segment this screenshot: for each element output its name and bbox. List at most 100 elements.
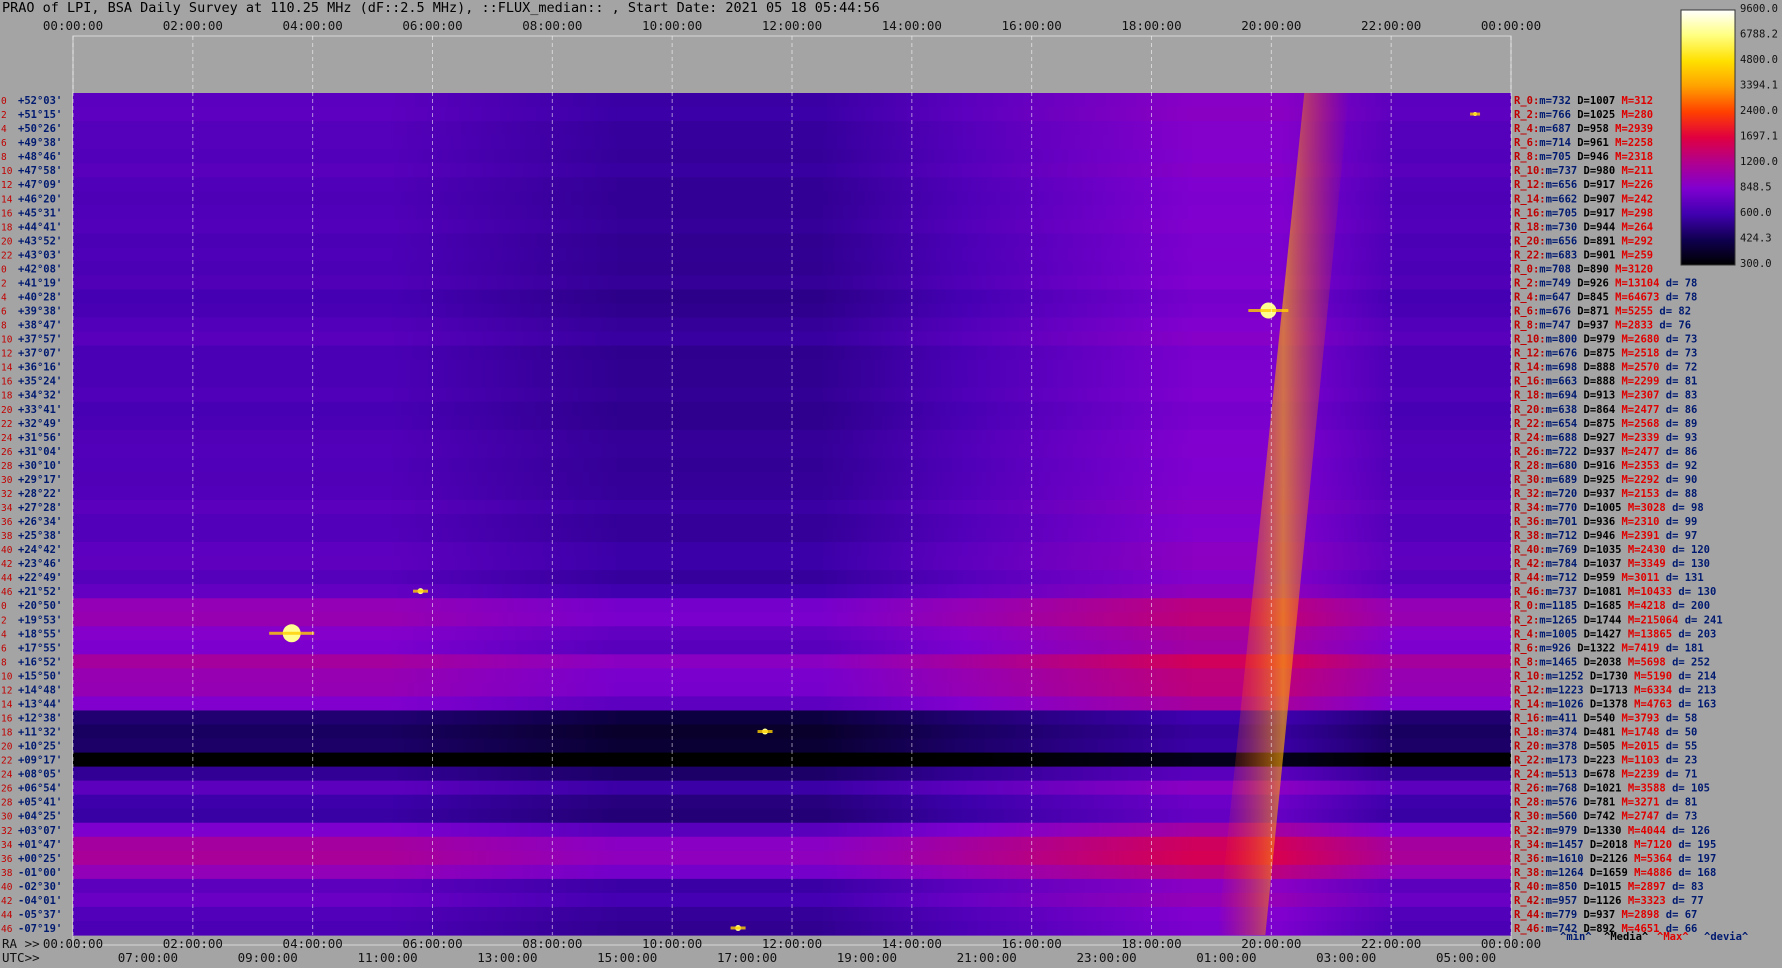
row-index-label: 44	[1, 573, 13, 584]
row-index-label: 28	[1, 461, 13, 472]
row-index-label: 34	[1, 840, 13, 851]
declination-label: -04°01'	[18, 895, 62, 907]
declination-label: +24°42'	[18, 544, 62, 556]
colorbar-label: 424.3	[1740, 233, 1772, 245]
row-stat: R_12:m=676 D=875 M=2518 d= 73	[1514, 348, 1697, 360]
declination-label: +47°58'	[18, 165, 62, 177]
row-index-label: 12	[1, 180, 12, 191]
declination-label: +47°09'	[18, 179, 62, 191]
row-index-label: 42	[1, 896, 12, 907]
colorbar: 9600.0 6788.2 4800.0 3394.1 2400.0 1697.1 1200…	[1680, 3, 1778, 270]
row-index-label: 2	[1, 278, 7, 289]
row-index-label: 14	[1, 194, 13, 205]
top-tick-label: 08:00:00	[522, 18, 582, 33]
radio-source-flare	[730, 926, 746, 930]
row-index-label: 38	[1, 868, 13, 879]
declination-label: +31°04'	[18, 446, 62, 458]
ra-tick-label: 12:00:00	[762, 936, 822, 951]
row-stat: R_20:m=378 D=505 M=2015 d= 55	[1514, 741, 1697, 753]
row-stat: R_16:m=663 D=888 M=2299 d= 81	[1514, 376, 1697, 388]
declination-label: +06°54'	[18, 783, 62, 795]
row-stat: R_6:m=926 D=1322 M=7419 d= 181	[1514, 642, 1704, 654]
stats-legend-item: ^Max^	[1657, 931, 1689, 943]
row-index-label: 18	[1, 222, 13, 233]
row-index-label: 8	[1, 321, 7, 332]
row-index-label: 18	[1, 728, 13, 739]
row-index-label: 32	[1, 489, 12, 500]
declination-label: +00°25'	[18, 853, 62, 865]
row-index-label: 20	[1, 405, 13, 416]
top-tick-label: 02:00:00	[163, 18, 223, 33]
utc-tick-label: 07:00:00	[118, 950, 178, 965]
declination-label: +08°05'	[18, 769, 62, 781]
declination-label: +45°31'	[18, 207, 62, 219]
row-index-label: 30	[1, 812, 13, 823]
declination-label: +31°56'	[18, 432, 62, 444]
row-index-label: 12	[1, 349, 12, 360]
row-stat: R_14:m=698 D=888 M=2570 d= 72	[1514, 362, 1697, 374]
row-stat: R_32:m=979 D=1330 M=4044 d= 126	[1514, 825, 1710, 837]
radio-source-flare	[1248, 309, 1289, 313]
heatmap-chart: 00:00:00 02:00:00 04:00:00 06:00:00 08:00:00…	[1, 3, 1778, 965]
row-stat: R_2:m=749 D=926 M=13104 d= 78	[1514, 277, 1697, 289]
row-stat: R_36:m=1610 D=2126 M=5364 d= 197	[1514, 853, 1716, 865]
row-stat: R_34:m=1457 D=2018 M=7120 d= 195	[1514, 839, 1716, 851]
utc-tick-label: 17:00:00	[717, 950, 777, 965]
row-index-label: 26	[1, 784, 13, 795]
utc-tick-label: 15:00:00	[597, 950, 657, 965]
row-stat: R_14:m=662 D=907 M=242	[1514, 193, 1653, 205]
declination-label: +43°03'	[18, 249, 62, 261]
row-stat: R_8:m=747 D=937 M=2833 d= 76	[1514, 320, 1691, 332]
top-tick-label: 16:00:00	[1002, 18, 1062, 33]
declination-label: +23°46'	[18, 558, 62, 570]
utc-tick-label: 03:00:00	[1316, 950, 1376, 965]
ra-tick-label: 14:00:00	[882, 936, 942, 951]
row-index-label: 36	[1, 517, 13, 528]
row-index-label: 46	[1, 587, 13, 598]
declination-label: +17°55'	[18, 642, 62, 654]
declination-label: +14°48'	[18, 684, 62, 696]
radio-source-flare	[1470, 112, 1481, 116]
ra-tick-label: 20:00:00	[1241, 936, 1301, 951]
row-stat: R_44:m=712 D=959 M=3011 d= 131	[1514, 572, 1704, 584]
row-index-label: 2	[1, 110, 7, 121]
row-stat: R_24:m=688 D=927 M=2339 d= 93	[1514, 432, 1697, 444]
row-stat: R_26:m=768 D=1021 M=3588 d= 105	[1514, 783, 1710, 795]
declination-label: -01°00'	[18, 867, 62, 879]
utc-tick-label: 11:00:00	[357, 950, 417, 965]
row-stat: R_4:m=647 D=845 M=64673 d= 78	[1514, 291, 1697, 303]
row-stat: R_22:m=654 D=875 M=2568 d= 89	[1514, 418, 1697, 430]
row-index-label: 46	[1, 924, 13, 935]
declination-label: +11°32'	[18, 727, 62, 739]
row-stat: R_12:m=1223 D=1713 M=6334 d= 213	[1514, 684, 1716, 696]
row-stat: R_46:m=737 D=1081 M=10433 d= 130	[1514, 586, 1716, 598]
row-index-label: 22	[1, 419, 12, 430]
row-index-label: 4	[1, 124, 7, 135]
row-index-label: 8	[1, 152, 7, 163]
row-stat: R_32:m=720 D=937 M=2153 d= 88	[1514, 488, 1697, 500]
declination-label: +51°15'	[18, 109, 62, 121]
row-index-label: 10	[1, 671, 13, 682]
declination-label: +27°28'	[18, 502, 62, 514]
top-tick-label: 20:00:00	[1241, 18, 1301, 33]
ra-tick-label: 18:00:00	[1121, 936, 1181, 951]
row-index-label: 44	[1, 910, 13, 921]
declination-label: +10°25'	[18, 741, 62, 753]
declination-label: +20°50'	[18, 600, 62, 612]
declination-label: +18°55'	[18, 628, 62, 640]
declination-label: +12°38'	[18, 712, 62, 724]
row-index-label: 26	[1, 447, 13, 458]
declination-label: +01°47'	[18, 839, 62, 851]
declination-label: +38°47'	[18, 320, 62, 332]
row-index-label: 40	[1, 545, 13, 556]
row-index-label: 4	[1, 292, 7, 303]
row-stat: R_10:m=800 D=979 M=2680 d= 73	[1514, 334, 1697, 346]
ra-tick-label: 00:00:00	[43, 936, 103, 951]
row-stat: R_12:m=656 D=917 M=226	[1514, 179, 1653, 191]
ra-tick-label: 00:00:00	[1481, 936, 1541, 951]
ra-tick-label: 08:00:00	[522, 936, 582, 951]
colorbar-label: 6788.2	[1740, 29, 1778, 41]
row-index-label: 14	[1, 699, 13, 710]
radio-source-flare	[413, 589, 429, 593]
stats-legend-item: ^Media^	[1604, 931, 1649, 943]
